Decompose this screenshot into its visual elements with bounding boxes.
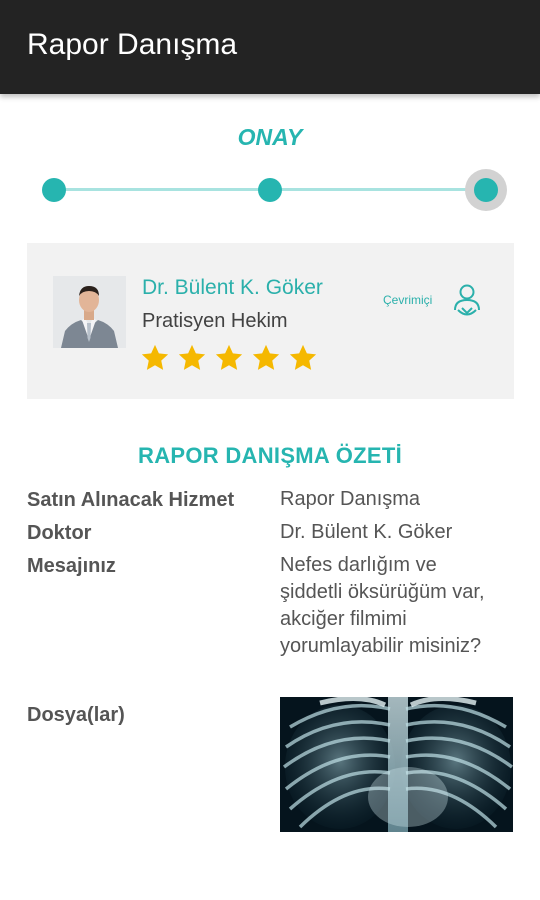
service-label: Satın Alınacak Hizmet bbox=[27, 489, 235, 511]
message-label: Mesajınız bbox=[27, 555, 116, 577]
doctor-card[interactable]: Dr. Bülent K. Göker Pratisyen Hekim Çevr… bbox=[27, 243, 514, 399]
rating-stars bbox=[140, 343, 325, 378]
message-value: Nefes darlığım ve şiddetli öksürüğüm var… bbox=[280, 554, 485, 657]
xray-attachment-image[interactable] bbox=[280, 697, 513, 832]
star-icon bbox=[141, 344, 169, 370]
step-connector-2 bbox=[270, 188, 486, 191]
star-icon bbox=[178, 344, 206, 370]
doctor-name[interactable]: Dr. Bülent K. Göker bbox=[142, 276, 323, 300]
service-value: Rapor Danışma bbox=[280, 488, 421, 510]
summary-title: RAPOR DANIŞMA ÖZETİ bbox=[138, 443, 402, 468]
page-title: Rapor Danışma bbox=[27, 28, 238, 61]
step-1-dot bbox=[42, 178, 66, 202]
step-3-dot bbox=[474, 178, 498, 202]
step-connector-1 bbox=[54, 188, 270, 191]
online-user-icon bbox=[454, 284, 480, 316]
star-icon bbox=[252, 344, 280, 370]
doctor-specialty: Pratisyen Hekim bbox=[142, 310, 288, 332]
doctor-value: Dr. Bülent K. Göker bbox=[280, 521, 453, 543]
doctor-label: Doktor bbox=[27, 522, 92, 544]
step-2-dot bbox=[258, 178, 282, 202]
stepper bbox=[0, 160, 540, 220]
files-label: Dosya(lar) bbox=[27, 704, 125, 726]
step-label: ONAY bbox=[237, 124, 303, 150]
star-icon bbox=[289, 344, 317, 370]
doctor-avatar bbox=[53, 276, 126, 348]
star-icon bbox=[215, 344, 243, 370]
online-status: Çevrimiçi bbox=[383, 293, 433, 307]
app-bar: Rapor Danışma bbox=[0, 0, 540, 94]
